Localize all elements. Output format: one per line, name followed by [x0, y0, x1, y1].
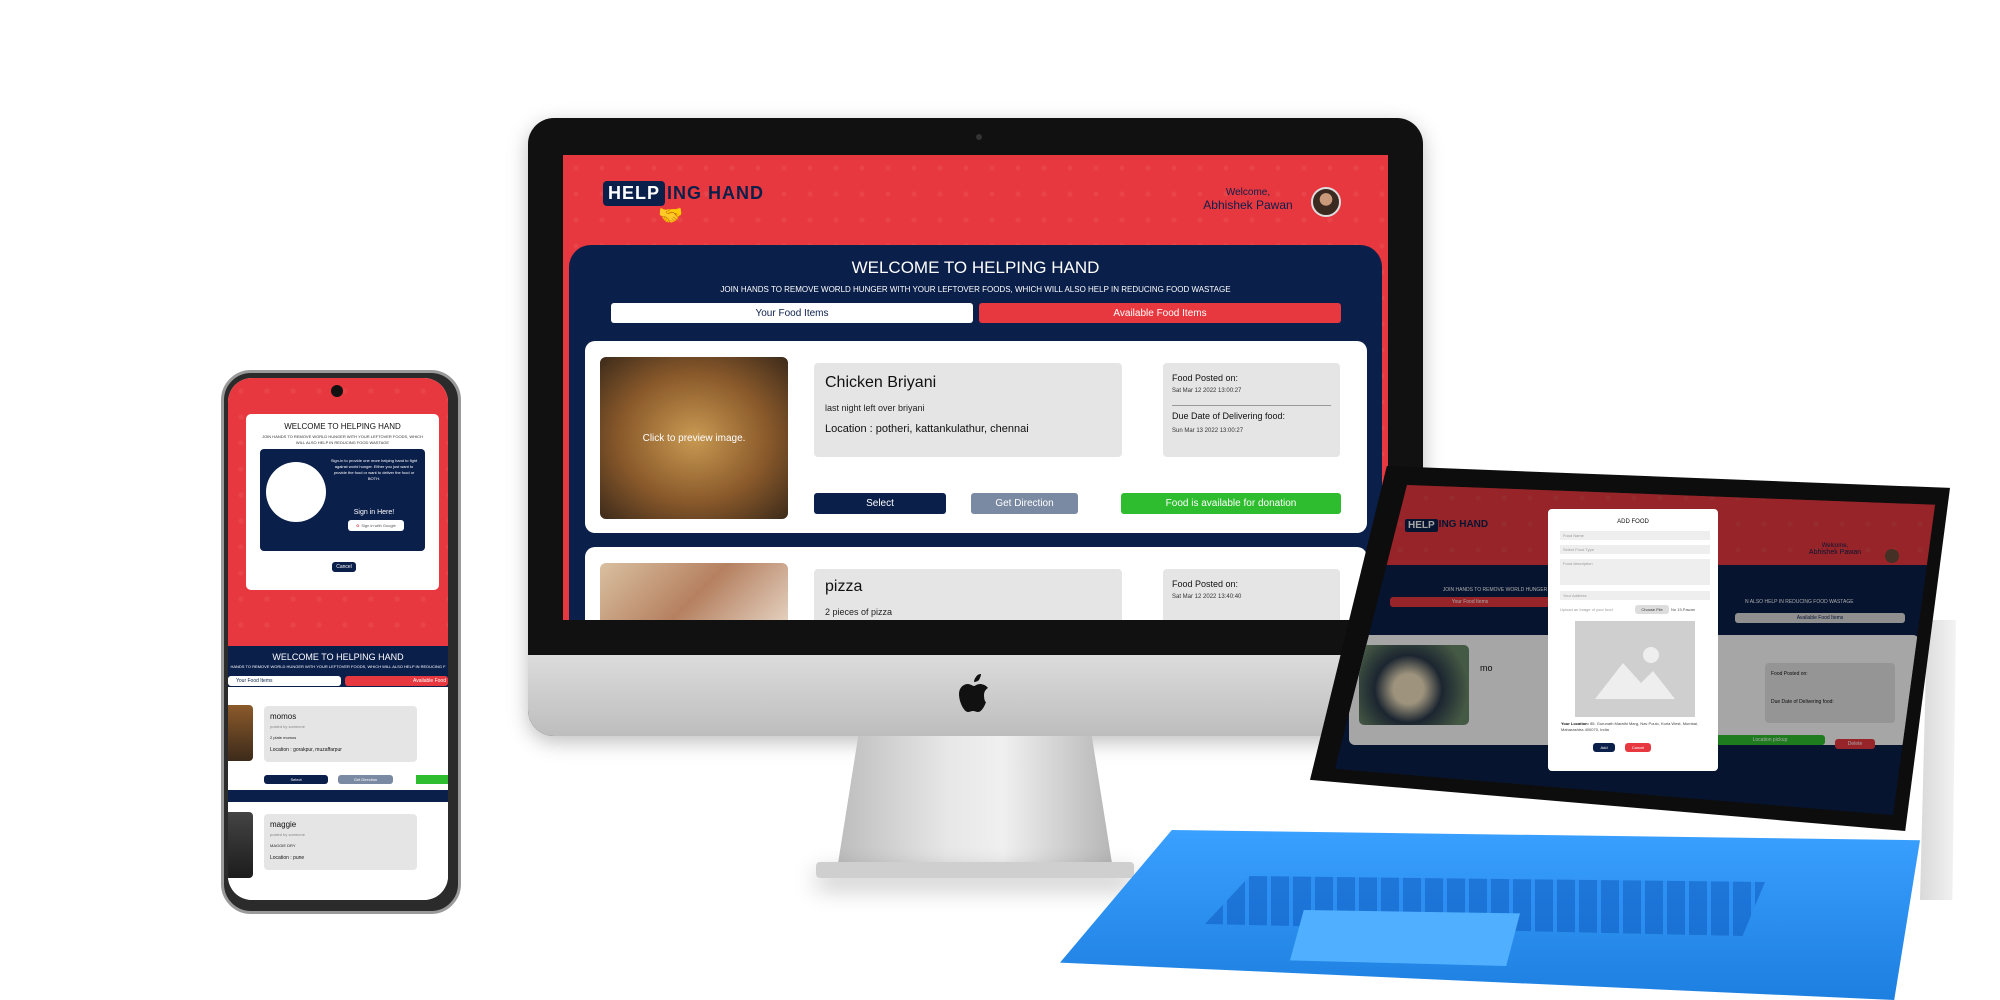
imac-foot	[816, 862, 1134, 878]
food-location: Location : potheri, kattankulathur, chen…	[825, 423, 1029, 435]
food-description: 2 pieces of pizza	[825, 607, 893, 617]
food-posted-by: posted by someone	[270, 832, 305, 837]
get-direction-button[interactable]: Get Direction	[338, 775, 393, 784]
food-location: Location : pune	[270, 855, 305, 861]
welcome-label: Welcome,	[1225, 187, 1271, 198]
front-camera-icon	[331, 385, 343, 397]
choose-file-button[interactable]: Choose File	[1635, 605, 1669, 614]
select-button[interactable]: Select	[264, 775, 328, 784]
signin-text: Sign-in to provide one more helping hand…	[330, 458, 418, 481]
google-icon: G	[356, 523, 360, 528]
due-label: Due Date of Delivering food:	[1172, 411, 1286, 421]
modal-title: WELCOME TO HELPING HAND	[284, 422, 401, 431]
posted-date: Sat Mar 12 2022 13:40:40	[1172, 594, 1242, 600]
posted-label: Food Posted on:	[1172, 579, 1239, 589]
imac-stand	[836, 736, 1114, 876]
posted-label: Food Posted on:	[1172, 373, 1239, 383]
tab-available-food-items[interactable]: Available Food Items	[979, 303, 1341, 323]
food-image[interactable]	[600, 563, 788, 620]
modal-subtitle: JOIN HANDS TO REMOVE WORLD HUNGER WITH Y…	[262, 434, 423, 445]
desktop-app-screen: HELP ING HAND 🤝 Welcome, Abhishek Pawan …	[563, 155, 1388, 620]
location-label: Your Location:	[1561, 721, 1589, 726]
user-name: Abhishek Pawan	[1203, 198, 1293, 212]
handshake-icon: 🤝	[658, 205, 683, 227]
avatar[interactable]	[1311, 187, 1341, 217]
tab-your-food-items[interactable]: Your Food Items	[228, 676, 341, 686]
availability-status-button[interactable]: Food is available for donation	[1121, 493, 1341, 514]
image-placeholder-icon	[1575, 621, 1695, 717]
file-name: No 15.Pawan	[1671, 607, 1696, 612]
phone-card-separator	[228, 790, 448, 802]
food-title: maggie	[270, 820, 297, 829]
add-button[interactable]: Add	[1593, 743, 1615, 752]
availability-status-button[interactable]	[416, 775, 448, 784]
cancel-button[interactable]: Cancel	[332, 562, 356, 572]
user-welcome: Welcome, Abhishek Pawan	[1203, 187, 1293, 212]
cancel-button[interactable]: Cancel	[1625, 743, 1651, 752]
divider	[1172, 405, 1331, 406]
signin-heading: Sign in Here!	[353, 509, 395, 516]
get-direction-button[interactable]: Get Direction	[971, 493, 1078, 514]
select-button[interactable]: Select	[814, 493, 946, 514]
logo-part1: HELP	[603, 181, 666, 206]
food-type-select[interactable]: Select Food Type	[1560, 545, 1710, 554]
food-location: Location : gorakpur, muzaffarpur	[270, 747, 342, 753]
logo-part2: ING HAND	[667, 183, 765, 203]
food-description-input[interactable]: Food description	[1560, 559, 1710, 585]
apple-logo-icon	[958, 672, 994, 716]
app-logo[interactable]: HELP ING HAND	[603, 181, 764, 206]
location-text: Your Location: 85, Gurunath Marathi Marg…	[1561, 721, 1709, 733]
modal-title: ADD FOOD	[1617, 519, 1649, 525]
food-image[interactable]: Click to preview image.	[600, 357, 788, 519]
food-description: MAGGIE DRY	[270, 843, 296, 848]
google-signin-label: Sign in with Google	[361, 523, 396, 528]
tab-your-food-items[interactable]: Your Food Items	[611, 303, 973, 323]
food-title: momos	[270, 712, 297, 721]
phone-page-title: WELCOME TO HELPING HAND	[272, 652, 404, 662]
upload-label: Upload an Image of your food	[1560, 607, 1613, 612]
food-name-input[interactable]: Food Name	[1560, 531, 1710, 540]
phone-app-screen: WELCOME TO HELPING HAND JOIN HANDS TO RE…	[228, 378, 448, 900]
google-signin-button[interactable]: G Sign in with Google	[348, 520, 404, 531]
laptop-app-screen: HELP ING HAND Welcome, Abhishek Pawan JO…	[1335, 485, 1935, 815]
food-description: last night left over briyani	[825, 403, 925, 413]
food-image[interactable]	[228, 812, 253, 878]
food-description: 2 plate momos	[270, 735, 297, 740]
food-image[interactable]	[228, 705, 253, 761]
food-posted-by: posted by someone	[270, 724, 305, 729]
phone-page-subtitle: HANDS TO REMOVE WORLD HUNGER WITH YOUR L…	[230, 664, 446, 669]
camera-icon	[976, 134, 982, 140]
trackpad[interactable]	[1290, 910, 1520, 966]
address-input[interactable]: Your Address	[1560, 591, 1710, 600]
posted-date: Sat Mar 12 2022 13:00:27	[1172, 388, 1242, 394]
food-title: pizza	[825, 578, 863, 595]
due-date: Sun Mar 13 2022 13:00:27	[1172, 428, 1244, 434]
signin-illustration	[266, 462, 326, 522]
page-subtitle: JOIN HANDS TO REMOVE WORLD HUNGER WITH Y…	[720, 285, 1231, 294]
tab-available-food-items[interactable]: Available Food	[345, 676, 448, 686]
food-title: Chicken Briyani	[825, 374, 937, 391]
page-title: WELCOME TO HELPING HAND	[851, 258, 1100, 277]
image-preview-caption: Click to preview image.	[642, 432, 746, 444]
